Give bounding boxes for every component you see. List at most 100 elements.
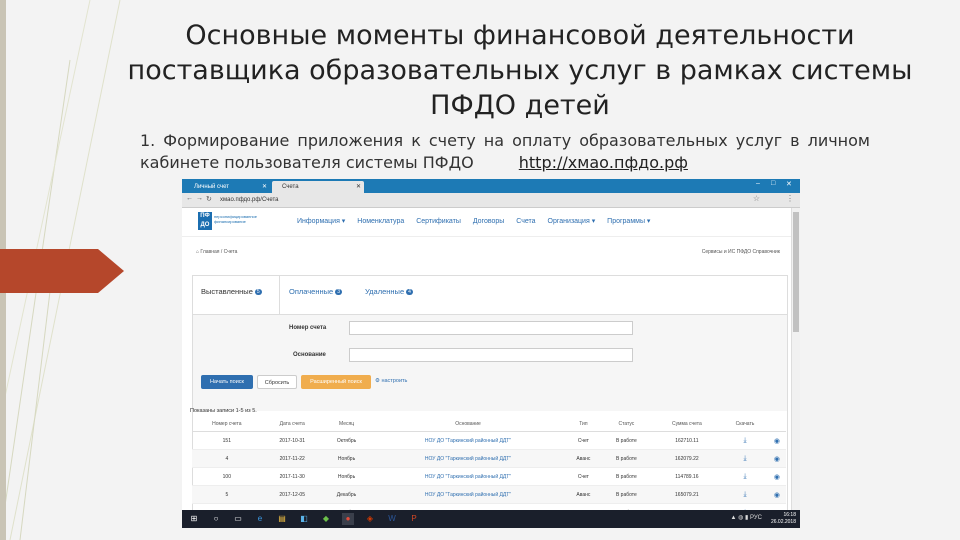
address-bar: ← → ↻ хмао.пфдо.рф/Счета ☆ ⋮ [182, 193, 800, 208]
cell: 2017-12-05 [261, 485, 323, 504]
browser-tab-bar: Личный счет ✕ Счета ✕ – □ ✕ [182, 179, 800, 193]
basis-link[interactable]: НОУ ДО "Таркинский районный ДДТ" [370, 431, 566, 450]
app-icon[interactable]: ◈ [364, 513, 376, 525]
view-icon[interactable]: ◉ [774, 456, 780, 463]
site-nav: Информация ▾ Номенклатура Сертификаты До… [297, 217, 660, 227]
filter-area: Номер счета Основание Начать поиск Сброс… [193, 315, 787, 411]
app-icon[interactable]: ◆ [320, 513, 332, 525]
tab-issued-label: Выставленные [201, 287, 253, 296]
edge-icon[interactable]: e [254, 513, 266, 525]
table-row: 151 2017-10-31 Октябрь НОУ ДО "Таркински… [192, 431, 786, 450]
task-view-icon[interactable]: ▭ [232, 513, 244, 525]
col-header[interactable]: Номер счета [192, 417, 262, 432]
start-menu-icon[interactable]: ⊞ [188, 513, 200, 525]
table-row: 100 2017-11-30 Ноябрь НОУ ДО "Таркинский… [192, 467, 786, 486]
col-header[interactable]: Дата счета [261, 417, 323, 432]
clock-date: 26.02.2018 [770, 519, 796, 525]
bookmark-star-icon[interactable]: ☆ [753, 194, 760, 203]
col-header[interactable]: Сумма счета [651, 417, 723, 432]
download-icon[interactable]: ⤓ [743, 491, 746, 498]
settings-link[interactable]: ⚙ настроить [375, 378, 407, 384]
nav-item-invoices[interactable]: Счета [516, 218, 535, 225]
invoice-number-label: Номер счета [289, 325, 327, 331]
col-header[interactable]: Месяц [322, 417, 371, 432]
back-icon[interactable]: ← [186, 195, 193, 202]
windows-taskbar: ⊞ ○ ▭ e ▤ ◧ ◆ ● ◈ W P ▲ ◍ ▮ РУС 16:18 26… [182, 510, 800, 528]
col-header[interactable]: Статус [601, 417, 652, 432]
url-field[interactable]: хмао.пфдо.рф/Счета [220, 195, 740, 205]
view-icon[interactable]: ◉ [774, 474, 780, 481]
basis-input[interactable] [349, 348, 633, 362]
browser-menu-icon[interactable]: ⋮ [786, 194, 794, 203]
maximize-button[interactable]: □ [771, 180, 775, 187]
basis-label: Основание [293, 352, 326, 358]
basis-link[interactable]: НОУ ДО "Таркинский районный ДДТ" [370, 467, 566, 486]
tab-close-icon[interactable]: ✕ [356, 181, 361, 193]
arrow-tip [98, 249, 124, 293]
forward-icon[interactable]: → [196, 195, 203, 202]
extended-search-button[interactable]: Расширенный поиск [301, 375, 371, 389]
download-icon[interactable]: ⤓ [743, 473, 746, 480]
basis-link[interactable]: НОУ ДО "Таркинский районный ДДТ" [370, 449, 566, 468]
col-header [767, 417, 786, 432]
word-icon[interactable]: W [386, 513, 398, 525]
nav-item-programs[interactable]: Программы ▾ [607, 218, 650, 225]
nav-item-contracts[interactable]: Договоры [473, 218, 504, 225]
view-icon[interactable]: ◉ [774, 492, 780, 499]
cell: Аванс [565, 485, 602, 504]
download-icon[interactable]: ⤓ [743, 455, 746, 462]
tab-close-icon[interactable]: ✕ [262, 181, 267, 193]
cell: Декабрь [322, 485, 371, 504]
tab-issued[interactable]: Выставленные 5 [201, 287, 262, 296]
slide-subtitle: 1. Формирование приложения к счету на оп… [140, 130, 870, 174]
system-tray-icons[interactable]: ▲ ◍ ▮ РУС [731, 514, 763, 521]
cell: Ноябрь [322, 449, 371, 468]
scrollbar-thumb[interactable] [793, 212, 799, 332]
close-window-button[interactable]: ✕ [786, 180, 792, 188]
search-button[interactable]: Начать поиск [201, 375, 253, 389]
cell: В работе [601, 485, 652, 504]
tab-paid[interactable]: Оплаченные 3 [289, 287, 342, 296]
powerpoint-icon[interactable]: P [408, 513, 420, 525]
count-badge: 4 [406, 289, 413, 296]
cell: 165079.21 [651, 485, 723, 504]
search-icon[interactable]: ○ [210, 513, 222, 525]
clock-time: 16:18 [783, 512, 796, 518]
page-scrollbar[interactable] [791, 208, 800, 510]
arrow-shape [0, 249, 98, 293]
breadcrumb-links[interactable]: Сервисы и ИС ПФДО Справочник [702, 249, 780, 255]
site-logo[interactable]: ПФ ДО персонифицированное финансирование [198, 212, 258, 232]
chrome-icon[interactable]: ● [342, 513, 354, 525]
cell: 4 [192, 449, 262, 468]
cell: В работе [601, 431, 652, 450]
nav-item-organization[interactable]: Организация ▾ [548, 218, 596, 225]
store-icon[interactable]: ◧ [298, 513, 310, 525]
browser-tab[interactable]: Личный счет ✕ [184, 181, 270, 193]
tab-deleted[interactable]: Удаленные 4 [365, 287, 413, 296]
tab-label: Счета [282, 184, 299, 190]
col-header[interactable]: Основание [370, 417, 566, 432]
nav-item-info[interactable]: Информация ▾ [297, 218, 345, 225]
col-header: Скачать [722, 417, 768, 432]
count-badge: 5 [254, 289, 262, 296]
view-icon[interactable]: ◉ [774, 438, 780, 445]
nav-item-nomenclature[interactable]: Номенклатура [357, 218, 404, 225]
cell: Ноябрь [322, 467, 371, 486]
download-icon[interactable]: ⤓ [743, 437, 746, 444]
nav-item-certificates[interactable]: Сертификаты [416, 218, 461, 225]
invoice-number-input[interactable] [349, 321, 633, 335]
basis-link[interactable]: НОУ ДО "Таркинский районный ДДТ" [370, 485, 566, 504]
cell: 100 [192, 467, 262, 486]
clock[interactable]: 16:18 26.02.2018 [771, 512, 796, 526]
col-header[interactable]: Тип [565, 417, 602, 432]
site-link[interactable]: http://хмао.пфдо.рф [519, 153, 688, 172]
cell: В работе [601, 467, 652, 486]
cell: Октябрь [322, 431, 371, 450]
browser-tab-active[interactable]: Счета ✕ [272, 181, 364, 193]
language-indicator[interactable]: РУС [750, 515, 762, 521]
file-explorer-icon[interactable]: ▤ [276, 513, 288, 525]
reload-icon[interactable]: ↻ [206, 195, 212, 203]
cell: 151 [192, 431, 262, 450]
minimize-button[interactable]: – [756, 180, 760, 187]
reset-button[interactable]: Сбросить [257, 375, 297, 389]
